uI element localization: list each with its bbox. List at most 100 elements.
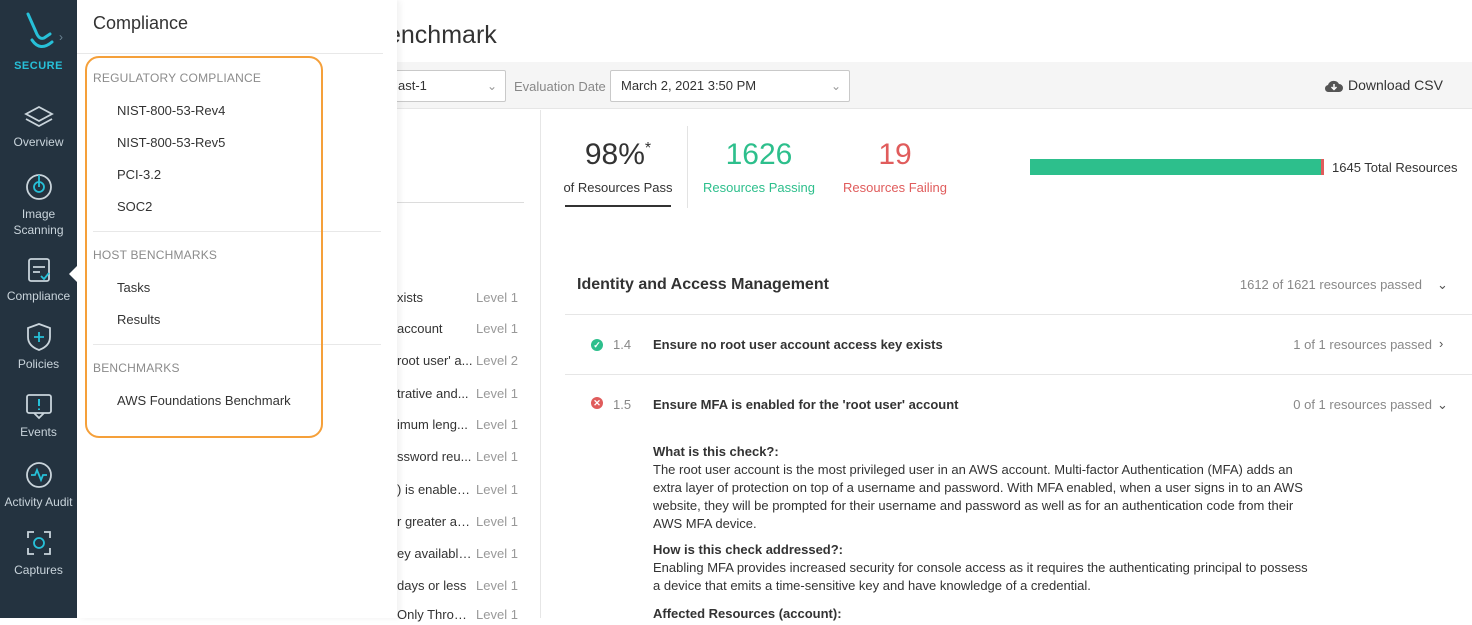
control-level: Level 1: [476, 386, 518, 401]
control-row[interactable]: Only Throug... Level 1: [397, 607, 527, 625]
control-level: Level 1: [476, 449, 518, 464]
divider: [77, 53, 383, 54]
control-name: root user' a...: [397, 353, 473, 368]
chevron-right-icon[interactable]: ›: [1439, 336, 1443, 351]
how-body: Enabling MFA provides increased security…: [653, 560, 1308, 593]
what-body: The root user account is the most privil…: [653, 462, 1303, 531]
control-row[interactable]: account Level 1: [397, 321, 527, 339]
control-name: r greater are...: [397, 514, 473, 529]
secure-logo[interactable]: SECURE: [0, 10, 77, 72]
evaluation-date-value: March 2, 2021 3:50 PM: [621, 78, 757, 93]
control-row[interactable]: days or less Level 1: [397, 578, 527, 596]
how-heading: How is this check addressed?:: [653, 542, 844, 557]
control-level: Level 1: [476, 321, 518, 336]
control-row[interactable]: imum leng... Level 1: [397, 417, 527, 435]
control-name: account: [397, 321, 443, 336]
check-title[interactable]: Ensure no root user account access key e…: [653, 337, 943, 352]
resources-passing-label: Resources Passing: [703, 180, 815, 195]
nav-item-compliance[interactable]: Compliance: [0, 256, 77, 304]
control-name: ssword reu...: [397, 449, 472, 464]
nav-item-events[interactable]: Events: [0, 392, 77, 440]
menu-item-nist-rev4[interactable]: NIST-800-53-Rev4: [117, 103, 225, 118]
section-header: REGULATORY COMPLIANCE: [93, 71, 262, 85]
region-value: ast-1: [398, 78, 427, 93]
nav-label: Overview: [13, 135, 64, 149]
resources-fail-bar: [1321, 159, 1324, 175]
check-count: 1 of 1 resources passed: [1293, 337, 1432, 352]
divider: [93, 231, 381, 232]
section-count: 1612 of 1621 resources passed: [1239, 277, 1422, 292]
pass-percentage-label: of Resources Pass: [563, 180, 673, 195]
shield-plus-icon: [26, 323, 51, 351]
nav-item-activity-audit[interactable]: Activity Audit: [0, 460, 77, 510]
divider: [565, 314, 1472, 315]
menu-item-nist-rev5[interactable]: NIST-800-53-Rev5: [117, 135, 225, 150]
control-name: trative and...: [397, 386, 469, 401]
column-divider: [540, 110, 541, 618]
check-count: 0 of 1 resources passed: [1293, 397, 1432, 412]
control-row[interactable]: trative and... Level 1: [397, 386, 527, 404]
section-title[interactable]: Identity and Access Management: [577, 276, 829, 294]
control-row[interactable]: root user' a... Level 2: [397, 353, 527, 371]
menu-item-aws-foundations[interactable]: AWS Foundations Benchmark: [117, 393, 291, 408]
total-resources: 1645 Total Resources: [1332, 160, 1458, 175]
control-row[interactable]: xists Level 1: [397, 290, 527, 308]
divider: [93, 344, 381, 345]
control-row[interactable]: ssword reu... Level 1: [397, 449, 527, 467]
control-name: Only Throug...: [397, 607, 473, 622]
pass-percentage-value: 98%: [584, 138, 645, 171]
control-level: Level 1: [476, 607, 518, 622]
nav-label: Policies: [17, 357, 60, 371]
nav-item-policies[interactable]: Policies: [0, 322, 77, 372]
pass-percentage[interactable]: 98%*: [565, 138, 671, 172]
control-level: Level 1: [476, 546, 518, 561]
download-csv-button[interactable]: Download CSV: [1324, 77, 1443, 93]
section-header: BENCHMARKS: [93, 361, 180, 375]
download-csv-label: Download CSV: [1348, 77, 1443, 93]
resources-passing-value[interactable]: 1626: [700, 138, 818, 172]
region-select[interactable]: ast-1 ⌄: [387, 70, 506, 102]
menu-item-soc2[interactable]: SOC2: [117, 199, 152, 214]
active-tab-indicator: [565, 205, 671, 207]
activity-icon: [25, 462, 52, 488]
nav-label: Image Scanning: [13, 207, 64, 237]
secure-logo-icon: [26, 12, 53, 48]
control-row[interactable]: ey available ... Level 1: [397, 546, 527, 564]
nav-item-image-scanning[interactable]: Image Scanning: [0, 172, 77, 238]
brand-label: SECURE: [14, 60, 63, 72]
chevron-down-icon[interactable]: ⌄: [1437, 397, 1448, 413]
check-detail: What is this check?: The root user accou…: [653, 443, 1313, 623]
nav-label: Captures: [14, 563, 63, 577]
nav-label: Compliance: [6, 289, 71, 303]
menu-item-tasks[interactable]: Tasks: [117, 280, 150, 295]
control-level: Level 1: [476, 290, 518, 305]
check-number: 1.4: [613, 337, 632, 352]
nav-label: Activity Audit: [4, 495, 73, 509]
evaluation-date-select[interactable]: March 2, 2021 3:50 PM ⌄: [610, 70, 850, 102]
control-row[interactable]: ) is enabled ... Level 1: [397, 482, 527, 500]
what-heading: What is this check?:: [653, 444, 779, 459]
resources-pass-bar: [1030, 159, 1321, 175]
check-title[interactable]: Ensure MFA is enabled for the 'root user…: [653, 397, 958, 412]
resources-failing-value[interactable]: 19: [835, 138, 955, 172]
page-title: enchmark: [387, 21, 497, 49]
check-fail-icon: ✕: [591, 397, 603, 409]
control-name: imum leng...: [397, 417, 468, 432]
chevron-down-icon[interactable]: ⌄: [1437, 277, 1448, 293]
affected-heading: Affected Resources (account):: [653, 606, 842, 621]
section-header: HOST BENCHMARKS: [93, 248, 218, 262]
menu-item-pci[interactable]: PCI-3.2: [117, 167, 161, 182]
control-row[interactable]: r greater are... Level 1: [397, 514, 527, 532]
layers-icon: [23, 105, 54, 128]
nav-item-overview[interactable]: Overview: [0, 104, 77, 150]
control-name: days or less: [397, 578, 467, 593]
menu-item-results[interactable]: Results: [117, 312, 160, 327]
control-level: Level 1: [476, 578, 518, 593]
control-level: Level 1: [476, 514, 518, 529]
scan-icon: [25, 174, 52, 200]
nav-label: Events: [20, 425, 57, 439]
divider: [565, 374, 1472, 375]
nav-item-captures[interactable]: Captures: [0, 528, 77, 578]
check-pass-icon: ✓: [591, 339, 603, 351]
chevron-right-icon[interactable]: ›: [59, 30, 63, 44]
